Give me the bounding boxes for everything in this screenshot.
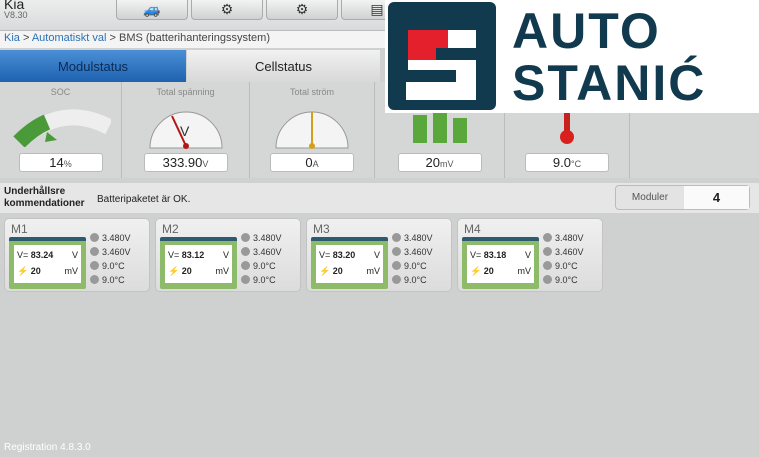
- vmin-icon: [241, 247, 250, 256]
- printer-icon: ▤: [370, 1, 384, 17]
- gauge-label: SOC: [50, 87, 71, 97]
- current-gauge: Total ström 0A: [250, 82, 375, 178]
- temp-max-icon: [90, 261, 99, 270]
- temp-max-icon: [543, 261, 552, 270]
- module-voltage: V= 83.18: [470, 250, 507, 260]
- module-diff: ⚡ 20: [168, 265, 192, 276]
- logo-mark-icon: [388, 2, 496, 110]
- gauge-label: Total ström: [289, 87, 334, 97]
- voltage-unit: V: [524, 250, 531, 260]
- breadcrumb-current: BMS (batterihanteringssystem): [118, 32, 270, 44]
- gauge-value: 20mV: [397, 153, 482, 172]
- tab-modulstatus[interactable]: Modulstatus: [0, 50, 186, 82]
- voltmeter-icon: V: [148, 111, 223, 149]
- gauge-value: 9.0°C: [525, 153, 609, 172]
- temp-max: 9.0°C: [90, 261, 125, 271]
- breadcrumb-sep: >: [19, 32, 32, 44]
- logo-text-stanic: STANIĆ: [512, 55, 707, 111]
- voltage-gauge: Total spänning V 333.90V: [122, 82, 250, 178]
- voltage-unit: V: [373, 250, 380, 260]
- car-icon-button[interactable]: 🚙: [116, 0, 188, 20]
- gear-icon: ⚙: [295, 1, 309, 17]
- temp-min: 9.0°C: [543, 275, 578, 285]
- module-name: M1: [11, 222, 28, 236]
- diff-unit: mV: [517, 266, 532, 276]
- gauge-value: 0A: [270, 153, 354, 172]
- temp-max-icon: [392, 261, 401, 270]
- battery-module-icon: V= 83.18 V ⚡ 20 mV: [462, 237, 539, 289]
- temp-min-icon: [543, 275, 552, 284]
- diff-unit: mV: [215, 266, 230, 276]
- module-diff: ⚡ 20: [319, 265, 343, 276]
- temp-max: 9.0°C: [241, 261, 276, 271]
- logo-text-auto: AUTO: [512, 3, 661, 59]
- vmax-icon: [241, 233, 250, 242]
- vmax-icon: [392, 233, 401, 242]
- vmin-icon: [392, 247, 401, 256]
- vehicle-lift-button[interactable]: ⚙: [191, 0, 263, 20]
- cell-vmax: 3.480V: [392, 233, 433, 243]
- battery-module-icon: V= 83.12 V ⚡ 20 mV: [160, 237, 237, 289]
- soc-gauge: SOC 14%: [0, 82, 122, 178]
- temp-max-icon: [241, 261, 250, 270]
- gauge-value: 14%: [18, 153, 103, 172]
- settings-button[interactable]: ⚙: [266, 0, 338, 20]
- modules-count-label: Moduler: [631, 192, 669, 203]
- diff-unit: mV: [366, 266, 381, 276]
- temp-min: 9.0°C: [90, 275, 125, 285]
- temp-min: 9.0°C: [241, 275, 276, 285]
- temp-max: 9.0°C: [392, 261, 427, 271]
- temp-min-icon: [90, 275, 99, 284]
- module-card[interactable]: M4 V= 83.18 V ⚡ 20 mV 3.480V 3.460V 9.0°C …: [457, 218, 603, 292]
- car-icon: 🚙: [143, 1, 161, 17]
- vmin-icon: [543, 247, 552, 256]
- module-card[interactable]: M2 V= 83.12 V ⚡ 20 mV 3.480V 3.460V 9.0°C …: [155, 218, 301, 292]
- temp-min-icon: [241, 275, 250, 284]
- vmax-icon: [90, 233, 99, 242]
- breadcrumb-auto[interactable]: Automatiskt val: [32, 32, 107, 44]
- registration-version: Registration 4.8.3.0: [4, 442, 91, 453]
- gauge-value: 333.90V: [143, 153, 228, 172]
- module-name: M3: [313, 222, 330, 236]
- diff-unit: mV: [64, 266, 79, 276]
- cell-vmin: 3.460V: [543, 247, 584, 257]
- module-diff: ⚡ 20: [17, 265, 41, 276]
- module-voltage: V= 83.24: [17, 250, 54, 260]
- module-name: M2: [162, 222, 179, 236]
- maintenance-label: Underhållsre kommendationer: [4, 186, 85, 209]
- tab-cellstatus[interactable]: Cellstatus: [187, 50, 380, 82]
- cell-vmax: 3.480V: [90, 233, 131, 243]
- app-version: V8.30: [4, 10, 28, 20]
- temp-min: 9.0°C: [392, 275, 427, 285]
- vmin-icon: [90, 247, 99, 256]
- module-name: M4: [464, 222, 481, 236]
- temp-min-icon: [392, 275, 401, 284]
- maintenance-message: Batteripaketet är OK.: [97, 194, 191, 205]
- cell-vmin: 3.460V: [241, 247, 282, 257]
- module-diff: ⚡ 20: [470, 265, 494, 276]
- ammeter-icon: [275, 111, 349, 149]
- cell-vmax: 3.480V: [543, 233, 584, 243]
- voltage-unit: V: [222, 250, 229, 260]
- vehicle-lift-icon: ⚙: [220, 1, 234, 17]
- temp-max: 9.0°C: [543, 261, 578, 271]
- battery-module-icon: V= 83.20 V ⚡ 20 mV: [311, 237, 388, 289]
- cell-vmin: 3.460V: [90, 247, 131, 257]
- breadcrumb-kia[interactable]: Kia: [4, 32, 20, 44]
- modules-count: Moduler 4: [615, 185, 750, 210]
- vmax-icon: [543, 233, 552, 242]
- module-voltage: V= 83.20: [319, 250, 356, 260]
- battery-module-icon: V= 83.24 V ⚡ 20 mV: [9, 237, 86, 289]
- cell-vmin: 3.460V: [392, 247, 433, 257]
- voltage-unit: V: [71, 250, 78, 260]
- module-voltage: V= 83.12: [168, 250, 205, 260]
- modules-count-value: 4: [684, 186, 749, 209]
- module-card[interactable]: M1 V= 83.24 V ⚡ 20 mV 3.480V 3.460V 9.0°C …: [4, 218, 150, 292]
- soc-arc-icon: [12, 109, 111, 147]
- cell-vmax: 3.480V: [241, 233, 282, 243]
- gauge-label: Total spänning: [156, 87, 215, 97]
- module-card[interactable]: M3 V= 83.20 V ⚡ 20 mV 3.480V 3.460V 9.0°C …: [306, 218, 452, 292]
- breadcrumb-sep: >: [106, 32, 119, 44]
